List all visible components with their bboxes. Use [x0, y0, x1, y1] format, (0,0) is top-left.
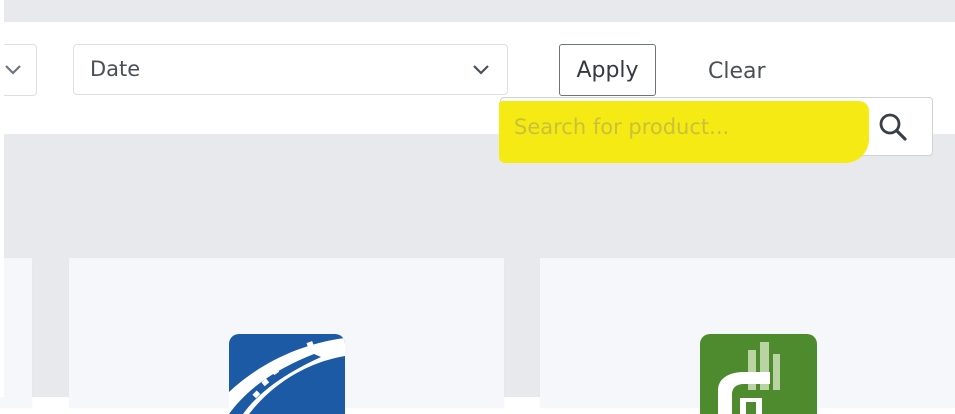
product-card[interactable]	[0, 258, 32, 408]
date-select-value: Date	[90, 57, 141, 81]
road-logo	[229, 334, 345, 414]
eco-building-logo	[700, 334, 817, 414]
product-card[interactable]	[540, 258, 955, 414]
product-card[interactable]	[69, 258, 504, 414]
search-box	[499, 97, 933, 163]
chevron-down-icon	[4, 61, 22, 80]
apply-button[interactable]: Apply	[559, 44, 656, 96]
app-frame: Date Apply Clear	[0, 0, 955, 414]
left-edge	[0, 0, 4, 397]
filter-dropdown-partial[interactable]	[0, 44, 37, 96]
clear-link[interactable]: Clear	[708, 59, 766, 84]
chevron-down-icon	[471, 62, 491, 81]
date-select[interactable]: Date	[73, 44, 508, 95]
search-icon[interactable]	[878, 112, 908, 146]
search-input[interactable]	[514, 111, 854, 143]
top-strip	[4, 0, 955, 22]
